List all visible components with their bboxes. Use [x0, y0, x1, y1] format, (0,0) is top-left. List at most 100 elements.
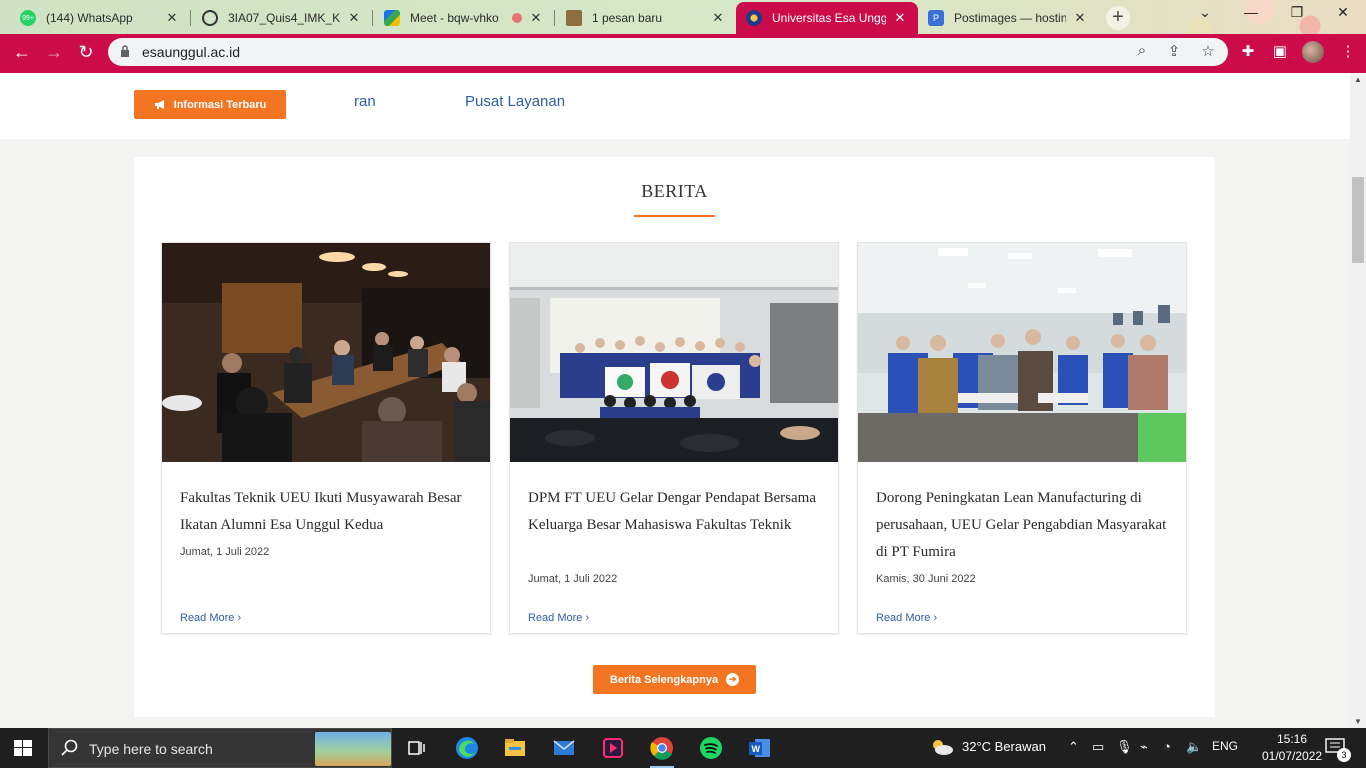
new-tab-button[interactable]: +: [1106, 6, 1130, 30]
volume-icon[interactable]: 🔈: [1186, 739, 1202, 755]
tab-title: (144) WhatsApp: [46, 11, 133, 25]
ueu-logo-icon: [746, 10, 762, 26]
chevron-right-icon: ›: [585, 612, 590, 624]
mail-icon[interactable]: [548, 732, 580, 764]
chevron-right-icon: ›: [933, 612, 938, 624]
profile-avatar[interactable]: [1302, 41, 1324, 63]
back-button[interactable]: ←: [10, 40, 34, 64]
edge-icon[interactable]: [451, 732, 483, 764]
whatsapp-badge: 99+: [22, 14, 34, 22]
news-card[interactable]: DPM FT UEU Gelar Dengar Pendapat Bersama…: [509, 242, 839, 634]
zoom-icon[interactable]: ⌕: [1132, 42, 1152, 59]
language-indicator[interactable]: ENG: [1212, 739, 1238, 753]
read-more-link[interactable]: Read More ›: [876, 612, 937, 624]
tab-meet[interactable]: Meet - bqw-vhko ✕: [374, 2, 554, 34]
tab-postimages[interactable]: P Postimages — hosting ✕: [918, 2, 1098, 34]
close-icon[interactable]: ✕: [164, 10, 180, 26]
url-text: esaunggul.ac.id: [142, 44, 241, 60]
tab-ueu[interactable]: Universitas Esa Unggul ✕: [736, 2, 918, 34]
informasi-terbaru-label: Informasi Terbaru: [173, 98, 267, 111]
tab-separator: [554, 10, 555, 26]
meet-now-icon[interactable]: ▭: [1092, 739, 1104, 755]
spotify-icon[interactable]: [695, 732, 727, 764]
read-more-link[interactable]: Read More ›: [528, 612, 589, 624]
browser-menu-icon[interactable]: ⋮: [1338, 42, 1358, 60]
page-scrollbar[interactable]: ▲ ▼: [1350, 73, 1366, 728]
windows-start-icon[interactable]: [14, 740, 32, 756]
task-view-icon[interactable]: [400, 732, 432, 764]
bookmark-star-icon[interactable]: ☆: [1198, 42, 1218, 60]
microphone-icon[interactable]: 🎙: [1116, 739, 1133, 755]
wifi-icon[interactable]: ◔: [1163, 739, 1171, 754]
windows-taskbar: Type here to search W 32°C Berawan ⌃ ▭ 🎙…: [0, 728, 1366, 768]
news-card[interactable]: Dorong Peningkatan Lean Manufacturing di…: [857, 242, 1187, 634]
news-title[interactable]: DPM FT UEU Gelar Dengar Pendapat Bersama…: [528, 485, 820, 539]
close-icon[interactable]: ✕: [1072, 10, 1088, 26]
read-more-label: Read More: [180, 612, 235, 624]
close-icon[interactable]: ✕: [346, 10, 362, 26]
restore-button[interactable]: ❐: [1274, 4, 1320, 21]
notification-center-button[interactable]: 3: [1325, 738, 1351, 762]
nav-link-pusat-layanan[interactable]: Pusat Layanan: [465, 93, 565, 110]
informasi-terbaru-button[interactable]: Informasi Terbaru: [134, 90, 286, 119]
video-editor-icon[interactable]: [597, 732, 629, 764]
news-photo-image: [858, 243, 1186, 462]
tab-quis[interactable]: 3IA07_Quis4_IMK_Kelo ✕: [192, 2, 372, 34]
tab-title: 1 pesan baru: [592, 11, 663, 25]
news-photo-dpm-group[interactable]: [510, 243, 838, 462]
news-card[interactable]: Fakultas Teknik UEU Ikuti Musyawarah Bes…: [161, 242, 491, 634]
search-icon: [61, 739, 78, 756]
battery-plug-icon[interactable]: ⌁: [1140, 739, 1148, 755]
page-viewport: Informasi Terbaru ran Pusat Layanan BERI…: [0, 73, 1350, 728]
reload-button[interactable]: ↻: [74, 40, 98, 64]
address-bar[interactable]: esaunggul.ac.id ⌕ ⇪ ☆: [108, 38, 1228, 66]
arrow-circle-right-icon: ➔: [726, 673, 740, 686]
news-photo-pengabdian-fumira[interactable]: [858, 243, 1186, 462]
weather-text[interactable]: 32°C Berawan: [962, 739, 1046, 754]
tab-title: 3IA07_Quis4_IMK_Kelo: [228, 11, 340, 25]
svg-text:W: W: [752, 744, 761, 754]
share-icon[interactable]: ⇪: [1164, 42, 1184, 60]
scrollbar-thumb[interactable]: [1352, 177, 1364, 263]
section-title-underline: [634, 215, 715, 217]
clock[interactable]: 15:16 01/07/2022: [1262, 731, 1322, 765]
berita-section: BERITA Fakultas Teknik UEU Ikuti Musyawa…: [134, 157, 1215, 717]
berita-selengkapnya-button[interactable]: Berita Selengkapnya ➔: [593, 665, 756, 694]
nav-link-ran[interactable]: ran: [354, 93, 376, 110]
scroll-down-arrow-icon[interactable]: ▼: [1350, 717, 1366, 726]
news-title[interactable]: Dorong Peningkatan Lean Manufacturing di…: [876, 485, 1168, 566]
tab-title: Postimages — hosting: [954, 11, 1066, 25]
close-icon[interactable]: ✕: [710, 10, 726, 26]
news-photo-image: [510, 243, 838, 462]
tab-whatsapp[interactable]: 99+ (144) WhatsApp ✕: [10, 2, 190, 34]
postimages-icon: P: [928, 10, 944, 26]
tab-search-icon[interactable]: ⌄: [1182, 4, 1228, 21]
scroll-up-arrow-icon[interactable]: ▲: [1350, 75, 1366, 84]
tab-separator: [190, 10, 191, 26]
browser-tab-strip: 99+ (144) WhatsApp ✕ 3IA07_Quis4_IMK_Kel…: [0, 0, 1366, 34]
close-icon[interactable]: ✕: [892, 10, 908, 26]
side-panel-icon[interactable]: ▣: [1270, 42, 1290, 60]
minimize-button[interactable]: —: [1228, 4, 1274, 20]
search-placeholder: Type here to search: [89, 741, 213, 757]
news-title[interactable]: Fakultas Teknik UEU Ikuti Musyawarah Bes…: [180, 485, 472, 539]
news-photo-alumni-meeting[interactable]: [162, 243, 490, 462]
globe-icon: [202, 10, 218, 26]
read-more-link[interactable]: Read More ›: [180, 612, 241, 624]
file-explorer-icon[interactable]: [499, 732, 531, 764]
extensions-icon[interactable]: ✚: [1238, 42, 1258, 60]
graduation-cap-icon: [566, 10, 582, 26]
notification-badge: 3: [1337, 748, 1351, 762]
tab-pesan[interactable]: 1 pesan baru ✕: [556, 2, 736, 34]
close-icon[interactable]: ✕: [528, 10, 544, 26]
chrome-icon[interactable]: [646, 732, 678, 768]
clock-date: 01/07/2022: [1262, 749, 1323, 763]
google-meet-icon: [384, 10, 400, 26]
forward-button[interactable]: →: [42, 40, 66, 64]
search-highlight-illustration: [315, 732, 391, 766]
word-icon[interactable]: W: [744, 732, 776, 764]
chevron-up-icon[interactable]: ⌃: [1068, 739, 1079, 755]
chevron-right-icon: ›: [237, 612, 242, 624]
taskbar-search-box[interactable]: Type here to search: [48, 728, 392, 768]
close-window-button[interactable]: ✕: [1320, 4, 1366, 21]
